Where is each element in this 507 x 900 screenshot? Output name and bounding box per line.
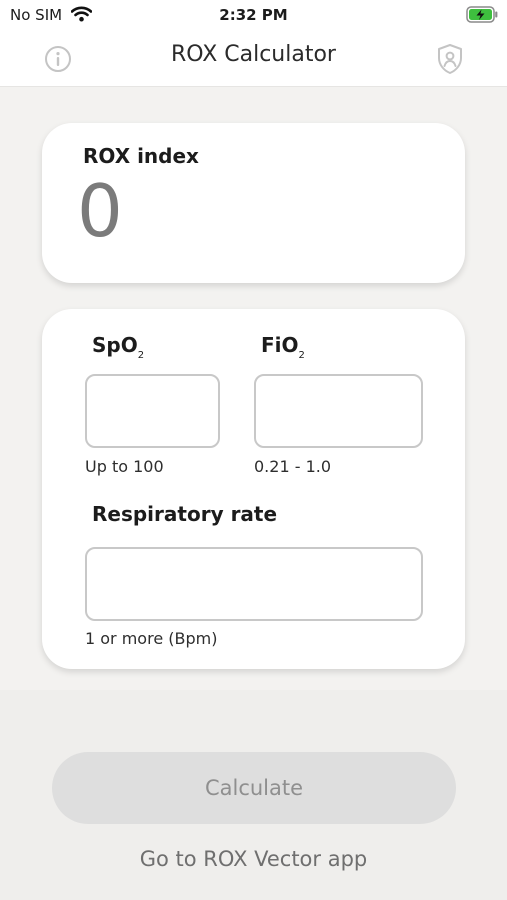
status-bar: No SIM 2:32 PM (0, 0, 507, 30)
rox-result-card: ROX index 0 (42, 123, 465, 283)
battery-charging-icon (466, 6, 498, 23)
page-title: ROX Calculator (171, 42, 336, 67)
spo2-label: SpO2 (92, 333, 144, 361)
rox-index-label: ROX index (83, 144, 199, 168)
inputs-card: SpO2 FiO2 Up to 100 0.21 - 1.0 Respirato… (42, 309, 465, 669)
rox-index-value: 0 (77, 169, 123, 253)
go-to-rox-vector-link[interactable]: Go to ROX Vector app (0, 847, 507, 871)
calculate-button[interactable]: Calculate (52, 752, 456, 824)
fio2-label-subscript: 2 (298, 350, 305, 361)
fio2-input[interactable] (254, 374, 423, 448)
spo2-hint: Up to 100 (85, 457, 164, 476)
spo2-label-subscript: 2 (137, 350, 145, 361)
respiratory-rate-hint: 1 or more (Bpm) (85, 629, 218, 648)
spo2-input[interactable] (85, 374, 220, 448)
fio2-label: FiO2 (261, 333, 305, 361)
respiratory-rate-label: Respiratory rate (92, 502, 278, 526)
fio2-label-text: FiO (261, 333, 299, 357)
status-time: 2:32 PM (219, 6, 288, 24)
fio2-hint: 0.21 - 1.0 (254, 457, 332, 476)
respiratory-rate-input[interactable] (85, 547, 423, 621)
nav-header: ROX Calculator (0, 30, 507, 87)
shield-user-icon[interactable] (436, 43, 464, 75)
spo2-label-text: SpO (92, 333, 138, 357)
